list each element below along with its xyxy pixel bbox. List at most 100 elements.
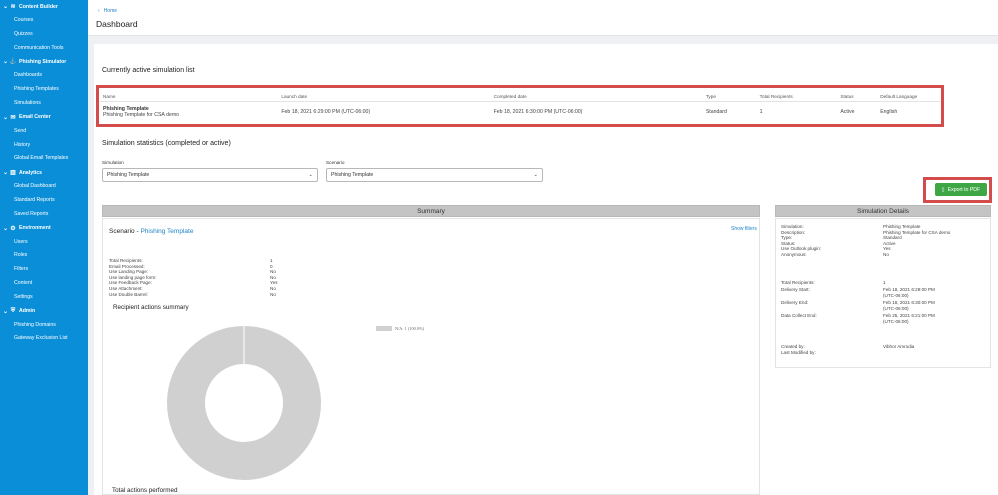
sidebar-item[interactable]: Settings (14, 294, 33, 300)
sidebar-item[interactable]: Users (14, 239, 28, 245)
sidebar-section-2[interactable]: ⌄ ✉ Email Center (3, 114, 51, 121)
sidebar-item[interactable]: Content (14, 280, 32, 286)
modified-by-label: Last Modified by: (781, 350, 816, 355)
simulation-select-label: Simulation (102, 160, 124, 165)
detail-label: Type: (781, 235, 793, 241)
gear-icon: ⚙ (10, 225, 16, 232)
detail-value: Phishing Template for CSA demo (883, 229, 951, 235)
active-list-title: Currently active simulation list (102, 67, 195, 74)
detail-label: Simulation: (781, 224, 804, 229)
summary-stat-value: 1 (270, 258, 273, 263)
summary-stat-value: No (270, 274, 276, 280)
sidebar-item[interactable]: Filters (14, 266, 28, 272)
export-highlight (923, 177, 992, 203)
sidebar-section-4[interactable]: ⌄ ⚙ Environment (3, 225, 51, 232)
detail-label: Use Outlook plugin: (781, 246, 822, 252)
summary-stat-value: Yes (270, 280, 278, 286)
table-highlight (96, 85, 944, 127)
timing-value: Feb 25, 2021 6:21:00 PM (883, 313, 935, 318)
sidebar-item[interactable]: Phishing Templates (14, 86, 59, 92)
summary-stat-label: Email Processed: (109, 263, 145, 269)
detail-value: Phishing Template (883, 224, 921, 229)
scenario-select-value: Phishing Template (331, 172, 374, 178)
show-filters-link[interactable]: Show filters (731, 226, 757, 232)
recipient-actions-title: Recipient actions summary (113, 304, 189, 311)
sidebar-item[interactable]: History (14, 142, 30, 148)
breadcrumb-home[interactable]: Home (104, 8, 117, 14)
envelope-icon: ✉ (10, 114, 16, 121)
simulation-select[interactable]: Phishing Template ⌄ (102, 168, 318, 182)
details-bar: Simulation Details (775, 205, 991, 217)
timing-label: Data Collect End: (781, 313, 817, 318)
sidebar-item[interactable]: Dashboards (14, 72, 42, 78)
scenario-select[interactable]: Phishing Template ⌄ (326, 168, 543, 182)
timing-value: Feb 18, 2021 6:29:00 PM (883, 287, 935, 292)
sidebar-item[interactable]: Courses (14, 17, 33, 23)
summary-bar: Summary (102, 205, 760, 217)
sidebar-section-1[interactable]: ⌄ ⚓ Phishing Simulator (3, 58, 67, 66)
created-by-value: Vibhor Amrodia (883, 344, 915, 349)
sidebar-item[interactable]: Communication Tools (14, 45, 64, 51)
timing-value: Feb 18, 2021 6:30:00 PM (883, 300, 935, 305)
sidebar-section-label: Analytics (19, 169, 43, 176)
breadcrumb[interactable]: ‹ Home (98, 8, 117, 14)
sidebar-section-5[interactable]: ⌄ ⛨ Admin (3, 308, 35, 315)
timing-value-tz: (UTC-06:00) (883, 318, 909, 324)
timing-label: Delivery End: (781, 300, 809, 305)
sidebar-item[interactable]: Quizzes (14, 31, 33, 37)
chevron-down-icon: ⌄ (533, 172, 538, 178)
timing-label: Delivery Start: (781, 287, 810, 292)
summary-stat-label: Use Double Barrel: (109, 291, 148, 297)
sidebar-item[interactable]: Phishing Domains (14, 322, 56, 328)
main-content: Currently active simulation list Name La… (94, 44, 998, 495)
summary-stat-value: 0 (270, 263, 273, 269)
timing-value: 1 (883, 280, 886, 285)
recipient-actions-chart (167, 326, 321, 480)
sidebar-item[interactable]: Global Email Templates (14, 155, 68, 161)
detail-value: Standard (883, 235, 902, 241)
scenario-select-label: Scenario (326, 160, 345, 165)
summary-stat-value: No (270, 269, 276, 275)
sidebar-item[interactable]: Standard Reports (14, 197, 55, 203)
timing-label: Total Recipients: (781, 280, 815, 285)
page-title: Dashboard (96, 19, 138, 29)
sidebar-item[interactable]: Send (14, 128, 26, 134)
chart-icon: ▥ (10, 170, 16, 177)
sidebar-item[interactable]: Roles (14, 252, 27, 258)
summary-stat-label: Use Attachment: (109, 286, 143, 291)
legend-label: N/A: 1 (100.0%) (395, 326, 424, 331)
legend-swatch (376, 326, 392, 331)
layers-icon: ≋ (10, 4, 16, 10)
chevron-down-icon: ⌄ (308, 172, 313, 178)
summary-stat-label: Use Feedback Page: (109, 280, 152, 286)
sidebar-section-label: Phishing Simulator (19, 58, 67, 65)
chart-legend: N/A: 1 (100.0%) (376, 326, 424, 331)
detail-label: Anonymous: (781, 252, 807, 257)
sidebar-item[interactable]: Simulations (14, 100, 41, 106)
sidebar-section-label: Content Builder (19, 3, 58, 10)
timing-value-tz: (UTC-06:00) (883, 292, 909, 298)
sidebar-item[interactable]: Gateway Exclusion List (14, 335, 68, 341)
scenario-heading: Scenario - Phishing Template (109, 228, 193, 235)
summary-stat-label: Use Landing Page: (109, 269, 149, 275)
details-panel: Simulation: Phishing Template Description:… (775, 218, 991, 368)
sidebar-item[interactable]: Saved Reports (14, 211, 48, 217)
page-header: ‹ Home Dashboard (88, 0, 998, 36)
sidebar: ⌄ ≋ Content Builder Courses Quizzes Communica… (0, 0, 88, 495)
sidebar-item[interactable]: Global Dashboard (14, 183, 56, 189)
sidebar-section-label: Email Center (19, 114, 51, 121)
detail-label: Status: (781, 240, 796, 246)
stats-title: Simulation statistics (completed or acti… (102, 140, 231, 147)
sidebar-section-3[interactable]: ⌄ ▥ Analytics (3, 169, 43, 177)
sidebar-section-0[interactable]: ⌄ ≋ Content Builder (3, 3, 58, 11)
scenario-prefix: Scenario - (109, 228, 139, 235)
detail-value: Active (883, 240, 896, 246)
sidebar-section-label: Admin (19, 308, 36, 315)
scenario-link[interactable]: Phishing Template (140, 228, 193, 235)
detail-value: No (883, 252, 889, 257)
created-by-label: Created by: (781, 344, 805, 349)
summary-stat-label: Total Recipients: (109, 258, 143, 263)
summary-stat-label: Use landing page form: (109, 274, 157, 280)
timing-value-tz: (UTC-06:00) (883, 305, 909, 311)
fishhook-icon: ⚓ (9, 59, 17, 66)
